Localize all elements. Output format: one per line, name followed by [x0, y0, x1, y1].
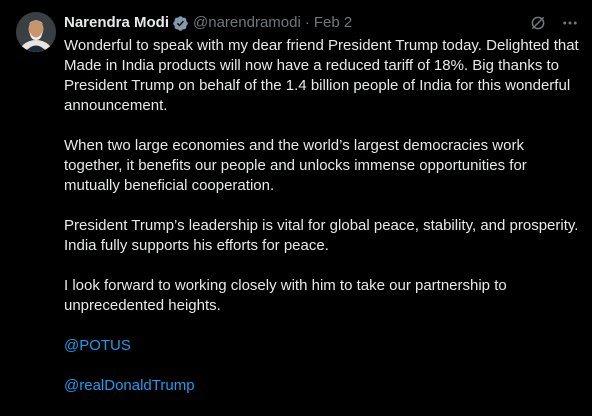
- mention-paragraph: @realDonaldTrump: [64, 376, 580, 396]
- mention-link-potus[interactable]: @POTUS: [64, 337, 131, 354]
- more-icon[interactable]: [560, 13, 580, 33]
- tweet-content: Narendra Modi @narendramodi · Feb 2 Wond…: [64, 12, 580, 416]
- grok-icon[interactable]: [528, 13, 548, 33]
- tweet-paragraph: I look forward to working closely with h…: [64, 277, 507, 314]
- verified-badge-icon: [172, 15, 189, 32]
- tweet: Narendra Modi @narendramodi · Feb 2 Wond…: [0, 0, 592, 405]
- author-handle[interactable]: @narendramodi: [193, 12, 301, 34]
- avatar-image: [16, 12, 56, 52]
- header-separator: ·: [304, 14, 310, 31]
- mention-paragraph: @POTUS: [64, 336, 580, 356]
- header-actions: [528, 12, 580, 34]
- author-name[interactable]: Narendra Modi: [64, 12, 169, 34]
- tweet-header: Narendra Modi @narendramodi · Feb 2: [64, 12, 580, 34]
- tweet-paragraph: Wonderful to speak with my dear friend P…: [64, 37, 579, 114]
- post-date[interactable]: Feb 2: [314, 12, 352, 34]
- tweet-paragraph: President Trump’s leadership is vital fo…: [64, 217, 579, 254]
- mention-link-realdonaldtrump[interactable]: @realDonaldTrump: [64, 377, 195, 394]
- avatar[interactable]: [16, 12, 56, 52]
- tweet-text: Wonderful to speak with my dear friend P…: [64, 36, 580, 396]
- tweet-paragraph: When two large economies and the world’s…: [64, 137, 527, 194]
